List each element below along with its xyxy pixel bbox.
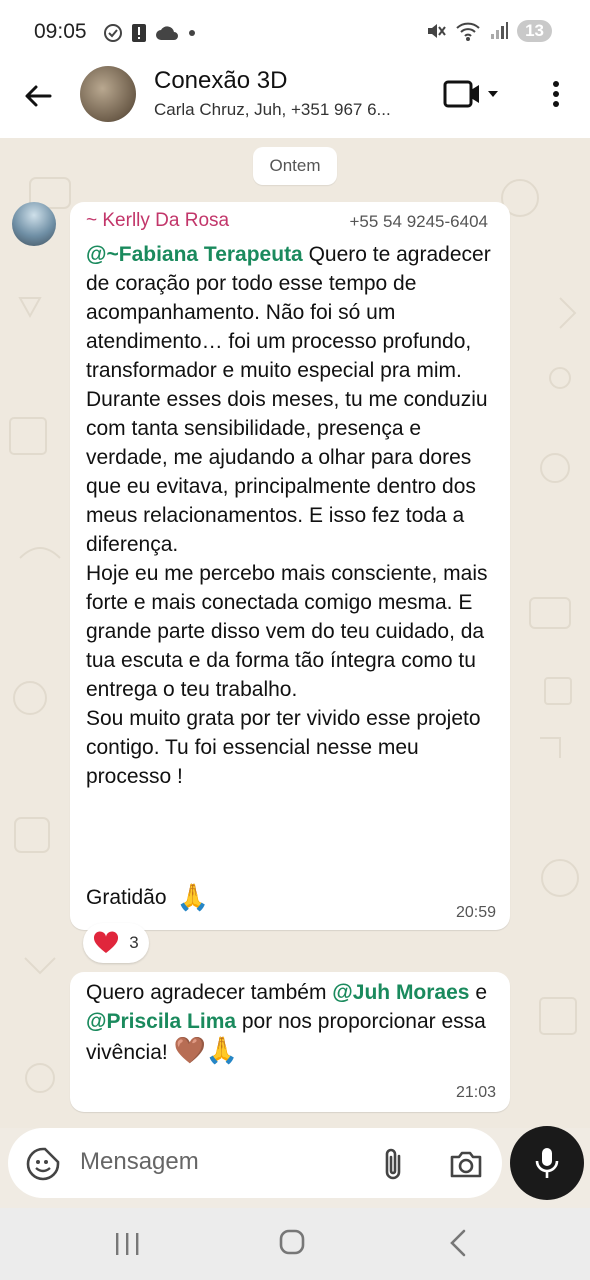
video-camera-icon (443, 80, 479, 108)
message-paragraph-2: Durante esses dois meses, tu me conduziu… (86, 388, 488, 556)
chat-area[interactable]: Ontem ~ Kerlly Da Rosa +55 54 9245-6404 … (0, 138, 590, 1128)
dot-icon (189, 30, 195, 36)
recents-icon[interactable] (112, 1230, 142, 1258)
message-time: 21:03 (455, 1084, 496, 1101)
message-bubble-1[interactable]: ~ Kerlly Da Rosa +55 54 9245-6404 @~Fabi… (70, 202, 510, 930)
status-notification-icons (103, 22, 197, 44)
paperclip-icon[interactable] (379, 1146, 407, 1182)
arrow-left-icon[interactable] (22, 80, 54, 112)
microphone-icon (535, 1148, 559, 1178)
closing-text: Gratidão (86, 885, 167, 909)
closing-line: Gratidão 🙏 (86, 882, 209, 913)
mention-link[interactable]: @~Fabiana Terapeuta (86, 243, 303, 266)
system-nav-bar (0, 1208, 590, 1280)
message-paragraph-4: Sou muito grata por ter vivido esse proj… (86, 707, 481, 788)
mute-icon (428, 24, 446, 38)
message-input-bar (8, 1128, 502, 1198)
mention-link[interactable]: @Juh Moraes (332, 981, 469, 1004)
battery-badge: 13 (517, 20, 552, 42)
reaction-pill[interactable]: 3 (83, 923, 149, 963)
group-members[interactable]: Carla Chruz, Juh, +351 967 6... (154, 100, 419, 120)
caret-down-icon (488, 91, 498, 97)
heart-icon (94, 931, 119, 953)
camera-icon[interactable] (449, 1147, 483, 1181)
heart-hands-emoji-icon: 🤎🙏 (173, 1035, 239, 1065)
mention-link[interactable]: @Priscila Lima (86, 1010, 236, 1033)
message-text-mid: e (469, 981, 487, 1004)
emoji-sticker-icon[interactable] (26, 1147, 60, 1181)
message-text: @~Fabiana Terapeuta Quero te agradecer d… (86, 240, 496, 791)
video-call-button[interactable] (442, 78, 504, 110)
signal-icon (491, 22, 509, 39)
message-bubble-2[interactable]: Quero agradecer também @Juh Moraes e @Pr… (70, 972, 510, 1112)
date-chip: Ontem (253, 147, 337, 185)
wifi-icon (456, 22, 480, 41)
message-input[interactable] (80, 1142, 360, 1182)
check-circle-icon (104, 24, 122, 42)
reaction-count: 3 (129, 933, 139, 952)
status-system-icons: 13 (425, 20, 552, 42)
alert-icon (132, 24, 146, 42)
message-paragraph-3: Hoje eu me percebo mais consciente, mais… (86, 562, 488, 701)
sender-name[interactable]: ~ Kerlly Da Rosa (86, 210, 229, 232)
group-avatar[interactable] (80, 66, 136, 122)
home-icon[interactable] (278, 1228, 306, 1256)
voice-record-button[interactable] (510, 1126, 584, 1200)
status-time: 09:05 (34, 20, 87, 43)
nav-back-icon[interactable] (446, 1228, 470, 1258)
chat-header: Conexão 3D Carla Chruz, Juh, +351 967 6.… (0, 62, 590, 138)
praying-hands-icon: 🙏 (176, 882, 209, 912)
sender-avatar[interactable] (12, 202, 56, 246)
cloud-icon (156, 26, 178, 40)
status-bar: 09:05 13 (0, 0, 590, 62)
more-vertical-icon[interactable] (546, 78, 566, 110)
message-time: 20:59 (455, 904, 496, 921)
message-text-start: Quero agradecer também (86, 981, 333, 1004)
sender-phone: +55 54 9245-6404 (349, 212, 489, 231)
group-name[interactable]: Conexão 3D (154, 67, 287, 95)
message-text: Quero agradecer também @Juh Moraes e @Pr… (86, 978, 496, 1067)
